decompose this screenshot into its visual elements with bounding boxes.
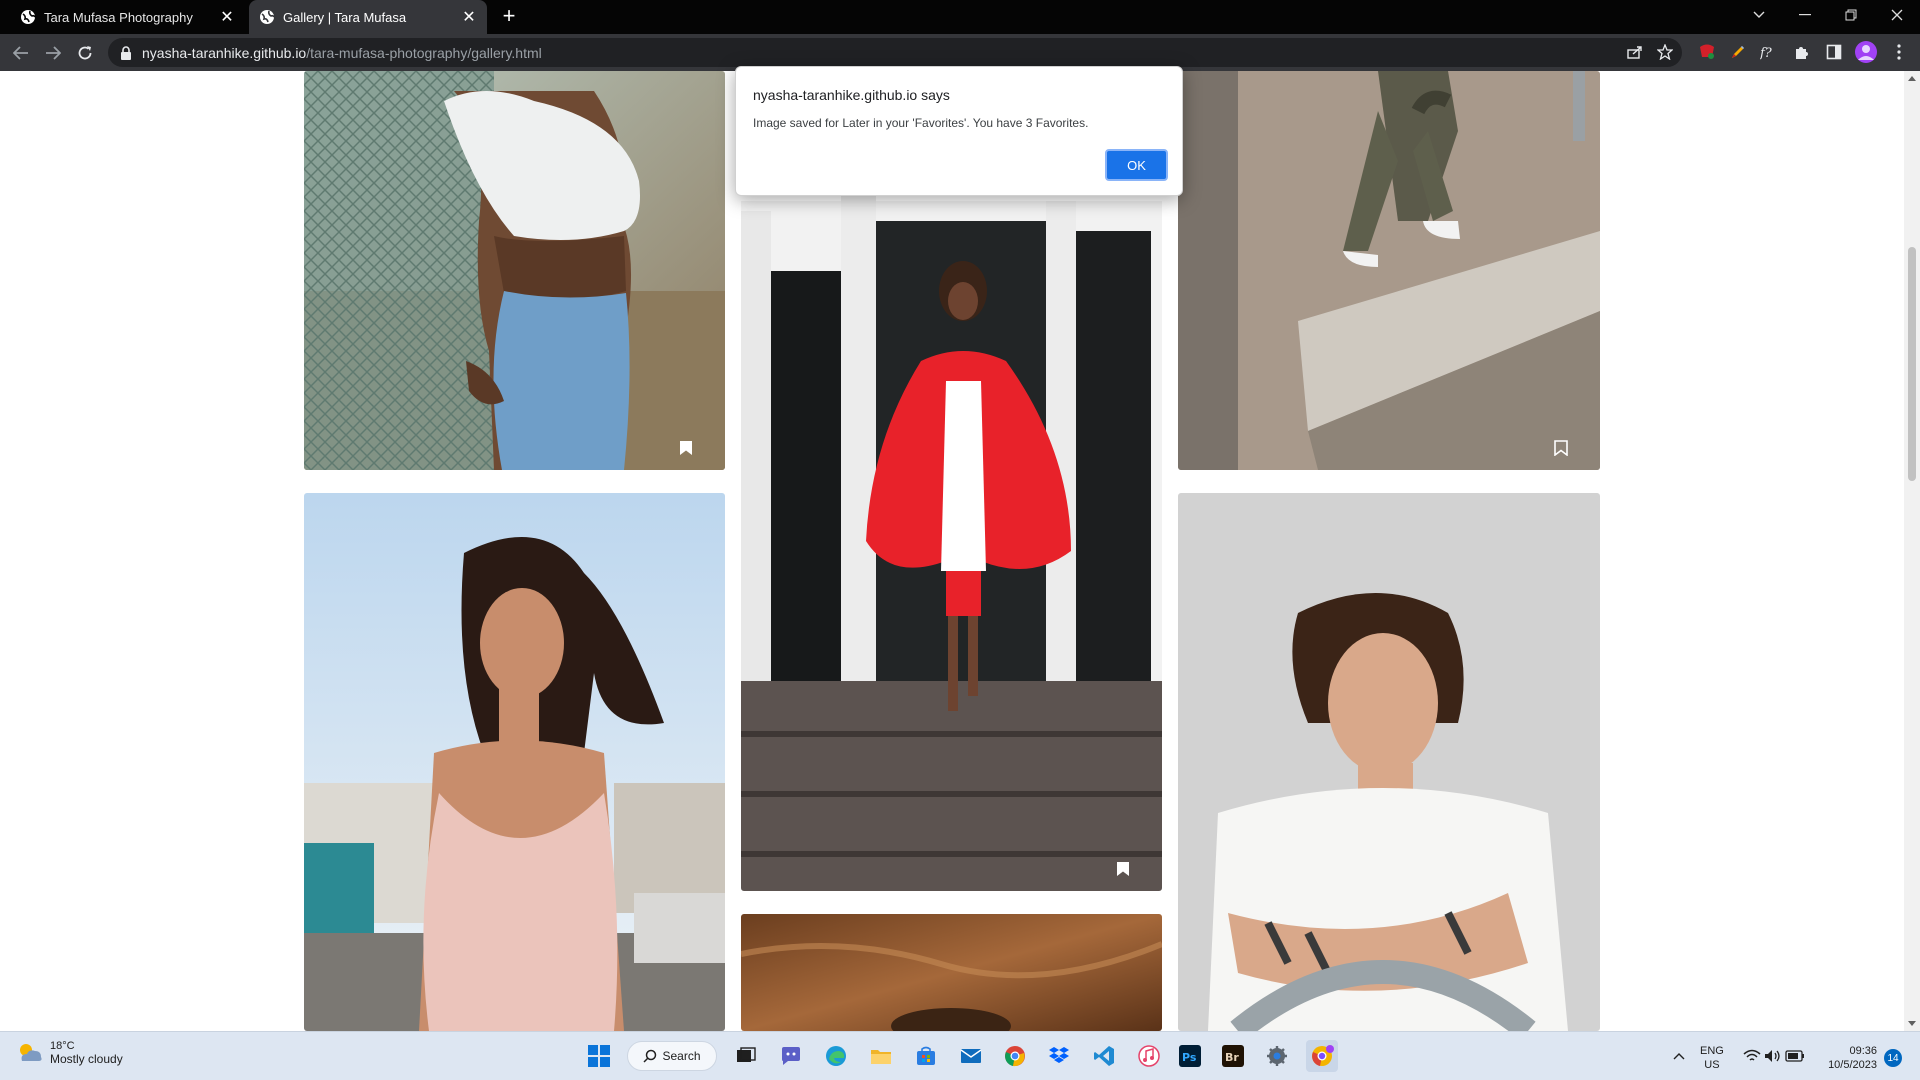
search-icon [643, 1049, 657, 1063]
tab-title: Gallery | Tara Mufasa [283, 9, 407, 25]
svg-text:Ps: Ps [1182, 1051, 1197, 1064]
page-scrollbar[interactable] [1904, 71, 1920, 1031]
teams-chat-icon[interactable] [775, 1040, 807, 1072]
notification-badge[interactable]: 14 [1884, 1049, 1902, 1067]
gallery-photo[interactable] [304, 71, 725, 470]
photo-woman-pink-dress [304, 493, 725, 1031]
taskbar-search[interactable]: Search [627, 1041, 717, 1071]
windows-start-icon[interactable] [583, 1040, 615, 1072]
bookmark-icon[interactable] [1554, 440, 1568, 456]
minimize-icon[interactable] [1782, 0, 1828, 30]
clock-date: 10/5/2023 [1828, 1059, 1877, 1071]
dropbox-icon[interactable] [1043, 1040, 1075, 1072]
tray-chevron-up-icon[interactable] [1663, 1040, 1695, 1072]
lock-icon [121, 45, 131, 60]
task-view-icon[interactable] [730, 1040, 762, 1072]
weather-widget[interactable]: 18°C Mostly cloudy [16, 1040, 123, 1066]
weather-condition: Mostly cloudy [50, 1052, 123, 1066]
address-bar[interactable]: nyasha-taranhike.github.io/tara-mufasa-p… [108, 38, 1682, 67]
weather-temp: 18°C [50, 1040, 75, 1052]
gallery-photo[interactable] [1178, 71, 1600, 470]
windows-taskbar: 18°C Mostly cloudy Search Ps Br ENG US 0… [0, 1031, 1920, 1080]
taskbar-clock[interactable]: 09:36 10/5/2023 [1815, 1044, 1877, 1072]
url-path: /tara-mufasa-photography/gallery.html [306, 44, 542, 61]
search-label: Search [662, 1049, 701, 1063]
photo-brown-outdoor [741, 914, 1162, 1031]
clock-time: 09:36 [1849, 1045, 1877, 1057]
itunes-icon[interactable] [1133, 1040, 1165, 1072]
dialog-origin: nyasha-taranhike.github.io says [753, 87, 950, 103]
dialog-message: Image saved for Later in your 'Favorites… [753, 116, 1089, 130]
alert-dialog: nyasha-taranhike.github.io says Image sa… [735, 66, 1183, 196]
photo-camo-sneakers [1178, 71, 1600, 470]
chrome-icon[interactable] [999, 1040, 1031, 1072]
new-tab-button[interactable]: + [497, 5, 521, 29]
photo-woman-fence [304, 71, 725, 470]
svg-text:f?: f? [1760, 46, 1773, 60]
side-panel-icon[interactable] [1823, 41, 1845, 63]
bookmark-icon[interactable] [679, 440, 693, 456]
tab-title: Tara Mufasa Photography [44, 9, 193, 25]
extensions-puzzle-icon[interactable] [1791, 41, 1813, 63]
extension-fx-icon[interactable]: f? [1759, 41, 1781, 63]
restore-icon[interactable] [1828, 0, 1874, 30]
file-explorer-icon[interactable] [865, 1040, 897, 1072]
extension-pen-icon[interactable] [1727, 41, 1749, 63]
gallery-photo[interactable] [1178, 493, 1600, 1031]
extension-red-icon[interactable] [1696, 41, 1718, 63]
globe-icon [260, 10, 275, 24]
share-icon[interactable] [1624, 41, 1646, 63]
language-code: ENG [1700, 1045, 1724, 1057]
battery-icon[interactable] [1779, 1040, 1811, 1072]
partly-cloudy-icon [20, 1044, 42, 1061]
bookmark-icon[interactable] [1116, 861, 1130, 877]
scroll-thumb[interactable] [1908, 247, 1916, 481]
back-arrow-icon[interactable] [8, 40, 34, 66]
window-close-icon[interactable] [1874, 0, 1920, 30]
bridge-icon[interactable]: Br [1217, 1040, 1249, 1072]
mail-icon[interactable] [955, 1040, 987, 1072]
edge-browser-icon[interactable] [820, 1040, 852, 1072]
gallery-photo[interactable] [741, 914, 1162, 1031]
url-text: nyasha-taranhike.github.io/tara-mufasa-p… [142, 45, 542, 61]
tab-close-icon[interactable]: ✕ [217, 7, 237, 27]
globe-icon [21, 10, 36, 24]
reload-icon[interactable] [72, 40, 98, 66]
browser-tab-strip: Tara Mufasa Photography ✕ Gallery | Tara… [0, 0, 1920, 34]
language-indicator[interactable]: ENG US [1700, 1044, 1724, 1072]
bookmark-star-icon[interactable] [1654, 41, 1676, 63]
browser-menu-icon[interactable] [1888, 41, 1910, 63]
photoshop-icon[interactable]: Ps [1174, 1040, 1206, 1072]
settings-gear-icon[interactable] [1261, 1040, 1293, 1072]
scroll-down-arrow-icon[interactable] [1908, 1021, 1916, 1026]
vscode-icon[interactable] [1088, 1040, 1120, 1072]
ok-button[interactable]: OK [1105, 149, 1168, 181]
url-host: nyasha-taranhike.github.io [142, 44, 307, 61]
tab-home[interactable]: Tara Mufasa Photography ✕ [0, 0, 245, 34]
tab-gallery[interactable]: Gallery | Tara Mufasa ✕ [249, 0, 487, 34]
gallery-photo[interactable] [304, 493, 725, 1031]
scroll-up-arrow-icon[interactable] [1908, 76, 1916, 81]
photo-man-white-shirt [1178, 493, 1600, 1031]
microsoft-store-icon[interactable] [910, 1040, 942, 1072]
tab-close-icon[interactable]: ✕ [459, 7, 479, 27]
svg-text:Br: Br [1225, 1051, 1239, 1064]
gallery-page [0, 71, 1904, 1031]
chrome-canary-icon[interactable] [1306, 1040, 1338, 1072]
tab-search-chevron-icon[interactable] [1736, 0, 1782, 30]
forward-arrow-icon[interactable] [40, 40, 66, 66]
language-region: US [1704, 1059, 1720, 1071]
profile-avatar[interactable] [1855, 41, 1877, 63]
